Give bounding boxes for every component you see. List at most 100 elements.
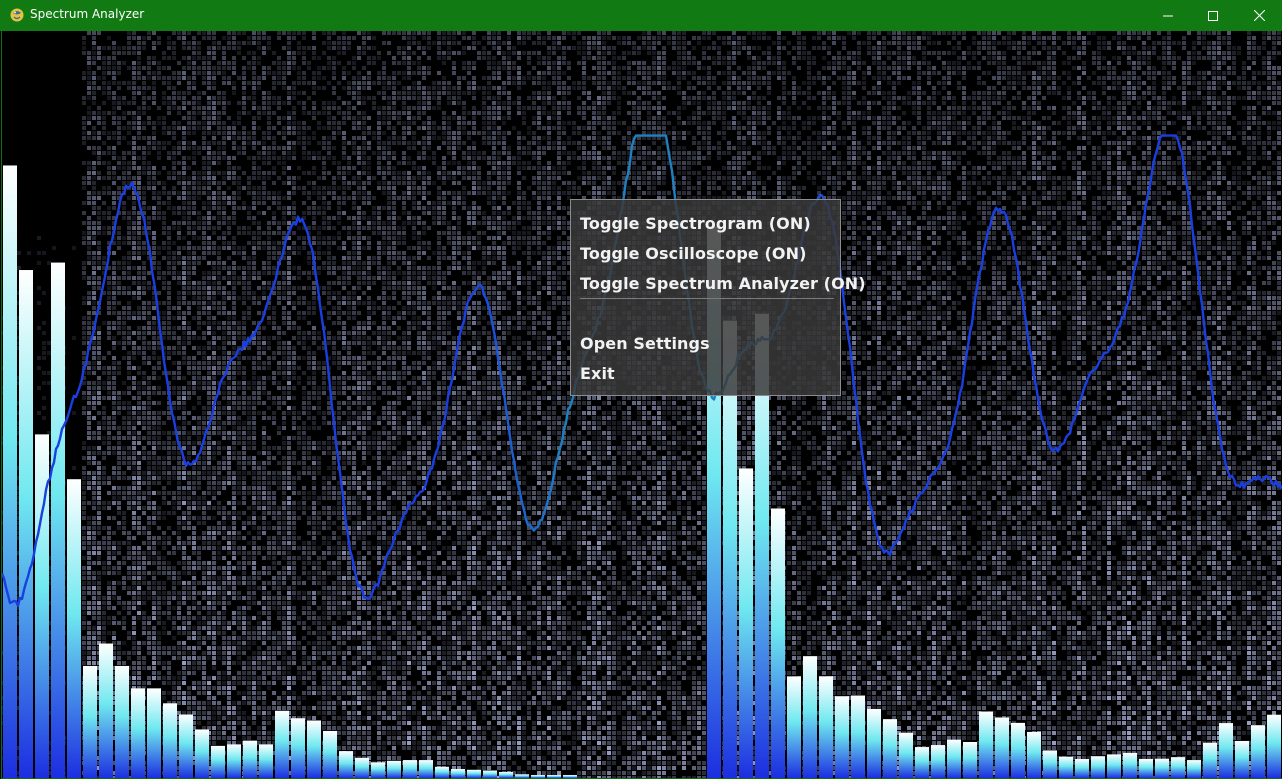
spectrogram-cell [387,76,391,80]
spectrogram-cell [1132,46,1136,50]
spectrogram-cell [1037,66,1041,70]
spectrogram-cell [242,71,246,75]
spectrogram-cell [952,71,956,75]
spectrogram-cell [1272,46,1276,50]
spectrogram-cell [507,71,511,75]
spectrogram-cell [782,66,786,70]
spectrogram-cell [1022,61,1026,65]
visualizer-canvas[interactable]: Toggle Spectrogram (ON) Toggle Oscillosc… [1,31,1282,779]
spectrogram-cell [277,56,281,60]
spectrogram-cell [122,61,126,65]
spectrogram-cell [1267,61,1271,65]
spectrogram-cell [887,31,891,35]
spectrogram-cell [327,41,331,45]
spectrogram-cell [622,56,626,60]
spectrogram-cell [407,51,411,55]
spectrogram-cell [662,36,666,40]
spectrogram-cell [552,61,556,65]
spectrogram-cell [107,36,111,40]
spectrogram-cell [1077,66,1081,70]
spectrogram-cell [642,66,646,70]
spectrogram-cell [1167,61,1171,65]
spectrogram-cell [352,56,356,60]
maximize-button[interactable] [1190,0,1236,31]
spectrogram-cell [777,66,781,70]
spectrogram-cell [1092,56,1096,60]
spectrogram-cell [537,71,541,75]
spectrogram-cell [647,66,651,70]
spectrogram-cell [467,46,471,50]
spectrogram-cell [227,66,231,70]
minimize-button[interactable] [1145,0,1191,31]
spectrogram-cell [1222,61,1226,65]
spectrogram-cell [467,66,471,70]
spectrogram-cell [907,41,911,45]
spectrogram-cell [417,61,421,65]
spectrogram-cell [222,56,226,60]
spectrogram-cell [1132,36,1136,40]
spectrogram-cell [167,76,171,80]
spectrogram-cell [1232,66,1236,70]
spectrogram-cell [1167,76,1171,80]
spectrogram-cell [332,31,336,35]
spectrogram-cell [407,66,411,70]
spectrogram-cell [207,61,211,65]
spectrogram-cell [892,61,896,65]
spectrogram-cell [832,36,836,40]
close-button[interactable] [1236,0,1282,31]
spectrogram-cell [112,66,116,70]
spectrogram-cell [462,46,466,50]
spectrogram-cell [537,31,541,35]
spectrogram-cell [372,36,376,40]
spectrogram-cell [822,56,826,60]
spectrogram-cell [1092,61,1096,65]
spectrogram-cell [612,76,616,80]
spectrogram-cell [1172,76,1176,80]
spectrogram-cell [117,46,121,50]
spectrogram-cell [647,46,651,50]
spectrogram-cell [1037,31,1041,35]
spectrogram-cell [327,36,331,40]
spectrogram-cell [682,46,686,50]
spectrogram-cell [1237,51,1241,55]
spectrogram-cell [627,76,631,80]
title-bar[interactable]: Spectrum Analyzer [0,0,1282,31]
spectrogram-cell [252,66,256,70]
spectrogram-cell [922,61,926,65]
spectrogram-cell [677,46,681,50]
spectrogram-cell [267,46,271,50]
spectrogram-cell [207,66,211,70]
spectrogram-cell [227,31,231,35]
spectrogram-cell [402,71,406,75]
spectrogram-cell [492,41,496,45]
spectrogram-cell [527,36,531,40]
spectrogram-cell [837,61,841,65]
spectrogram-cell [342,41,346,45]
spectrogram-cell [1112,66,1116,70]
spectrogram-cell [867,51,871,55]
spectrogram-cell [852,56,856,60]
spectrogram-cell [757,76,761,80]
spectrogram-cell [742,36,746,40]
spectrogram-cell [332,71,336,75]
spectrogram-cell [1002,61,1006,65]
spectrogram-cell [682,66,686,70]
spectrogram-cell [92,51,96,55]
spectrogram-cell [287,71,291,75]
spectrogram-cell [467,36,471,40]
spectrogram-cell [337,51,341,55]
spectrogram-cell [942,76,946,80]
spectrogram-cell [1027,36,1031,40]
spectrogram-cell [132,36,136,40]
spectrogram-cell [382,66,386,70]
spectrogram-cell [597,51,601,55]
spectrogram-cell [1042,46,1046,50]
spectrogram-cell [1242,66,1246,70]
spectrogram-cell [867,36,871,40]
spectrogram-cell [647,51,651,55]
spectrogram-cell [122,51,126,55]
spectrogram-cell [302,51,306,55]
spectrogram-cell [737,76,741,80]
spectrogram-cell [852,31,856,35]
spectrogram-cell [102,46,106,50]
